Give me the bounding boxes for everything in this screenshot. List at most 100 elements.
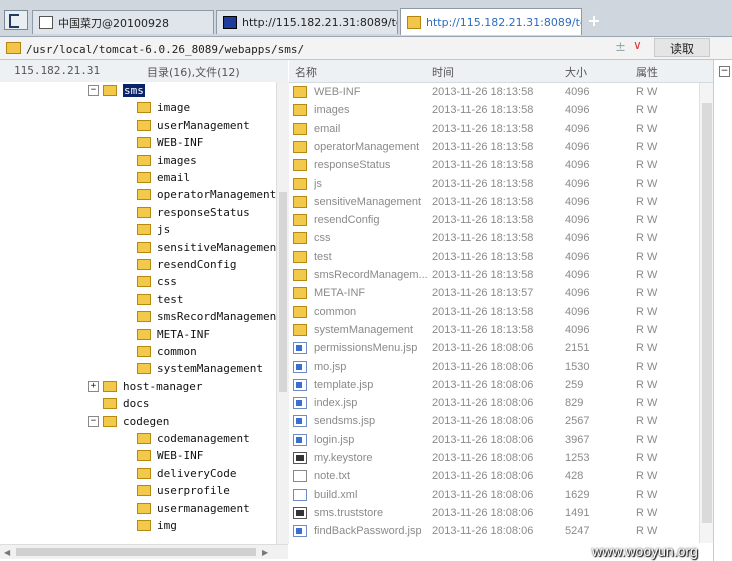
folder-icon: [137, 433, 151, 444]
file-attr: R W: [636, 104, 658, 117]
tree-node[interactable]: userManagement: [137, 117, 250, 134]
tree-node[interactable]: deliveryCode: [137, 465, 236, 482]
folder-icon: [293, 269, 307, 281]
file-list-header: 名称 时间 大小 属性: [289, 60, 713, 83]
tree-vertical-scrollbar[interactable]: [276, 82, 289, 544]
scrollbar-thumb[interactable]: [702, 103, 712, 523]
file-attr: R W: [636, 305, 658, 318]
folder-icon: [293, 232, 307, 245]
file-row[interactable]: test 2013-11-26 18:13:58 4096 R W: [289, 248, 699, 266]
tree-node[interactable]: email: [137, 169, 190, 186]
file-row[interactable]: META-INF 2013-11-26 18:13:57 4096 R W: [289, 284, 699, 302]
file-size: 4096: [565, 269, 590, 281]
scrollbar-thumb[interactable]: [279, 192, 287, 392]
tree-node-label: userManagement: [157, 118, 250, 132]
tree-node[interactable]: operatorManagement: [137, 186, 276, 203]
collapse-icon[interactable]: −: [88, 85, 99, 96]
tree-node[interactable]: META-INF: [137, 326, 210, 343]
file-row[interactable]: sensitiveManagement 2013-11-26 18:13:58 40…: [289, 193, 699, 211]
file-row[interactable]: sms.truststore 2013-11-26 18:08:06 1491 R W: [289, 504, 699, 522]
file-row[interactable]: template.jsp 2013-11-26 18:08:06 259 R W: [289, 376, 699, 394]
tab-caidao[interactable]: 中国菜刀@20100928: [32, 10, 214, 34]
tree-node[interactable]: WEB-INF: [137, 134, 203, 151]
file-list-scrollbar[interactable]: [699, 83, 714, 543]
expand-icon[interactable]: +: [88, 380, 99, 392]
file-row[interactable]: responseStatus 2013-11-26 18:13:58 4096 R W: [289, 156, 699, 174]
file-row[interactable]: common 2013-11-26 18:13:58 4096 R W: [289, 303, 699, 321]
file-row[interactable]: findBackPassword.jsp 2013-11-26 18:08:06 5…: [289, 522, 699, 540]
column-header-size[interactable]: 大小: [565, 64, 587, 80]
tree-node[interactable]: image: [137, 99, 190, 116]
folder-icon: [137, 363, 151, 375]
tree-node-label: image: [157, 101, 191, 115]
path-input[interactable]: [24, 39, 658, 59]
tree-node[interactable]: css: [137, 273, 177, 290]
tree-node[interactable]: docs: [103, 395, 150, 412]
file-row[interactable]: mo.jsp 2013-11-26 18:08:06 1530 R W: [289, 358, 699, 376]
tree-node[interactable]: img: [137, 517, 177, 534]
file-size: 1629: [565, 488, 590, 501]
file-name: css: [314, 232, 331, 245]
tree-node[interactable]: − codegen: [88, 413, 169, 430]
jsp-file-icon: [293, 378, 307, 391]
watermark: www.wooyun.org: [592, 543, 698, 559]
tree-node[interactable]: images: [137, 152, 197, 169]
tree-node[interactable]: codemanagement: [137, 430, 250, 447]
file-size: 1253: [565, 452, 590, 464]
file-row[interactable]: systemManagement 2013-11-26 18:13:58 4096 R…: [289, 321, 699, 339]
read-button[interactable]: 读取: [654, 38, 710, 57]
window-menu-button[interactable]: [4, 10, 28, 30]
folder-icon: [293, 104, 307, 117]
jsp-file-icon: [293, 525, 307, 538]
xml-file-icon: [293, 488, 307, 501]
tree-node[interactable]: resendConfig: [137, 256, 236, 273]
file-attr: R W: [636, 250, 658, 263]
tree-node[interactable]: smsRecordManagement: [137, 308, 276, 325]
text-file-icon: [293, 470, 307, 483]
tree-node[interactable]: systemManagement: [137, 360, 263, 377]
column-header-name[interactable]: 名称: [295, 64, 317, 80]
file-row[interactable]: WEB-INF 2013-11-26 18:13:58 4096 R W: [289, 83, 699, 101]
scroll-left-icon[interactable]: ◀: [4, 548, 10, 557]
file-name: sendsms.jsp: [314, 415, 376, 428]
column-header-time[interactable]: 时间: [432, 64, 454, 80]
file-row[interactable]: resendConfig 2013-11-26 18:13:58 4096 R W: [289, 211, 699, 229]
file-row[interactable]: css 2013-11-26 18:13:58 4096 R W: [289, 229, 699, 247]
tree-node[interactable]: usermanagement: [137, 500, 250, 517]
file-row[interactable]: note.txt 2013-11-26 18:08:06 428 R W: [289, 467, 699, 485]
tree-node[interactable]: js: [137, 221, 170, 238]
folder-icon: [137, 311, 151, 323]
column-header-attr[interactable]: 属性: [636, 64, 658, 80]
tree-node[interactable]: − sms: [88, 82, 145, 99]
scroll-right-icon[interactable]: ▶: [262, 548, 268, 557]
tree-node[interactable]: userprofile: [137, 482, 230, 499]
file-row[interactable]: images 2013-11-26 18:13:58 4096 R W: [289, 101, 699, 119]
plus-minus-icon[interactable]: ±: [615, 40, 626, 55]
scrollbar-thumb[interactable]: [16, 548, 256, 556]
file-row[interactable]: build.xml 2013-11-26 18:08:06 1629 R W: [289, 486, 699, 504]
tree-node[interactable]: responseStatus: [137, 204, 250, 221]
tree-horizontal-scrollbar[interactable]: ◀ ▶: [0, 544, 288, 559]
file-row[interactable]: my.keystore 2013-11-26 18:08:06 1253 R W: [289, 449, 699, 467]
tree-node[interactable]: + host-manager: [88, 378, 202, 395]
file-size: 4096: [565, 177, 590, 190]
collapse-icon[interactable]: −: [88, 415, 99, 427]
tree-node[interactable]: common: [137, 343, 197, 360]
tree-node[interactable]: sensitiveManagement: [137, 239, 276, 256]
tree-node[interactable]: WEB-INF: [137, 447, 203, 464]
file-row[interactable]: index.jsp 2013-11-26 18:08:06 829 R W: [289, 394, 699, 412]
file-row[interactable]: js 2013-11-26 18:13:58 4096 R W: [289, 175, 699, 193]
new-tab-button[interactable]: +: [585, 12, 603, 30]
tab-file-manager[interactable]: http://115.182.21.31:8089/te...: [400, 8, 582, 35]
tree-node[interactable]: test: [137, 291, 184, 308]
file-row[interactable]: operatorManagement 2013-11-26 18:13:58 409…: [289, 138, 699, 156]
file-row[interactable]: login.jsp 2013-11-26 18:08:06 3967 R W: [289, 431, 699, 449]
tab-terminal[interactable]: http://115.182.21.31:8089/te...: [216, 10, 398, 34]
file-row[interactable]: smsRecordManagem... 2013-11-26 18:13:58 40…: [289, 266, 699, 284]
file-row[interactable]: email 2013-11-26 18:13:58 4096 R W: [289, 120, 699, 138]
file-row[interactable]: permissionsMenu.jsp 2013-11-26 18:08:06 21…: [289, 339, 699, 357]
file-row[interactable]: sendsms.jsp 2013-11-26 18:08:06 2567 R W: [289, 412, 699, 430]
file-size: 428: [565, 470, 584, 483]
chevron-down-icon[interactable]: ∨: [633, 38, 642, 52]
collapse-toggle[interactable]: −: [719, 66, 730, 77]
